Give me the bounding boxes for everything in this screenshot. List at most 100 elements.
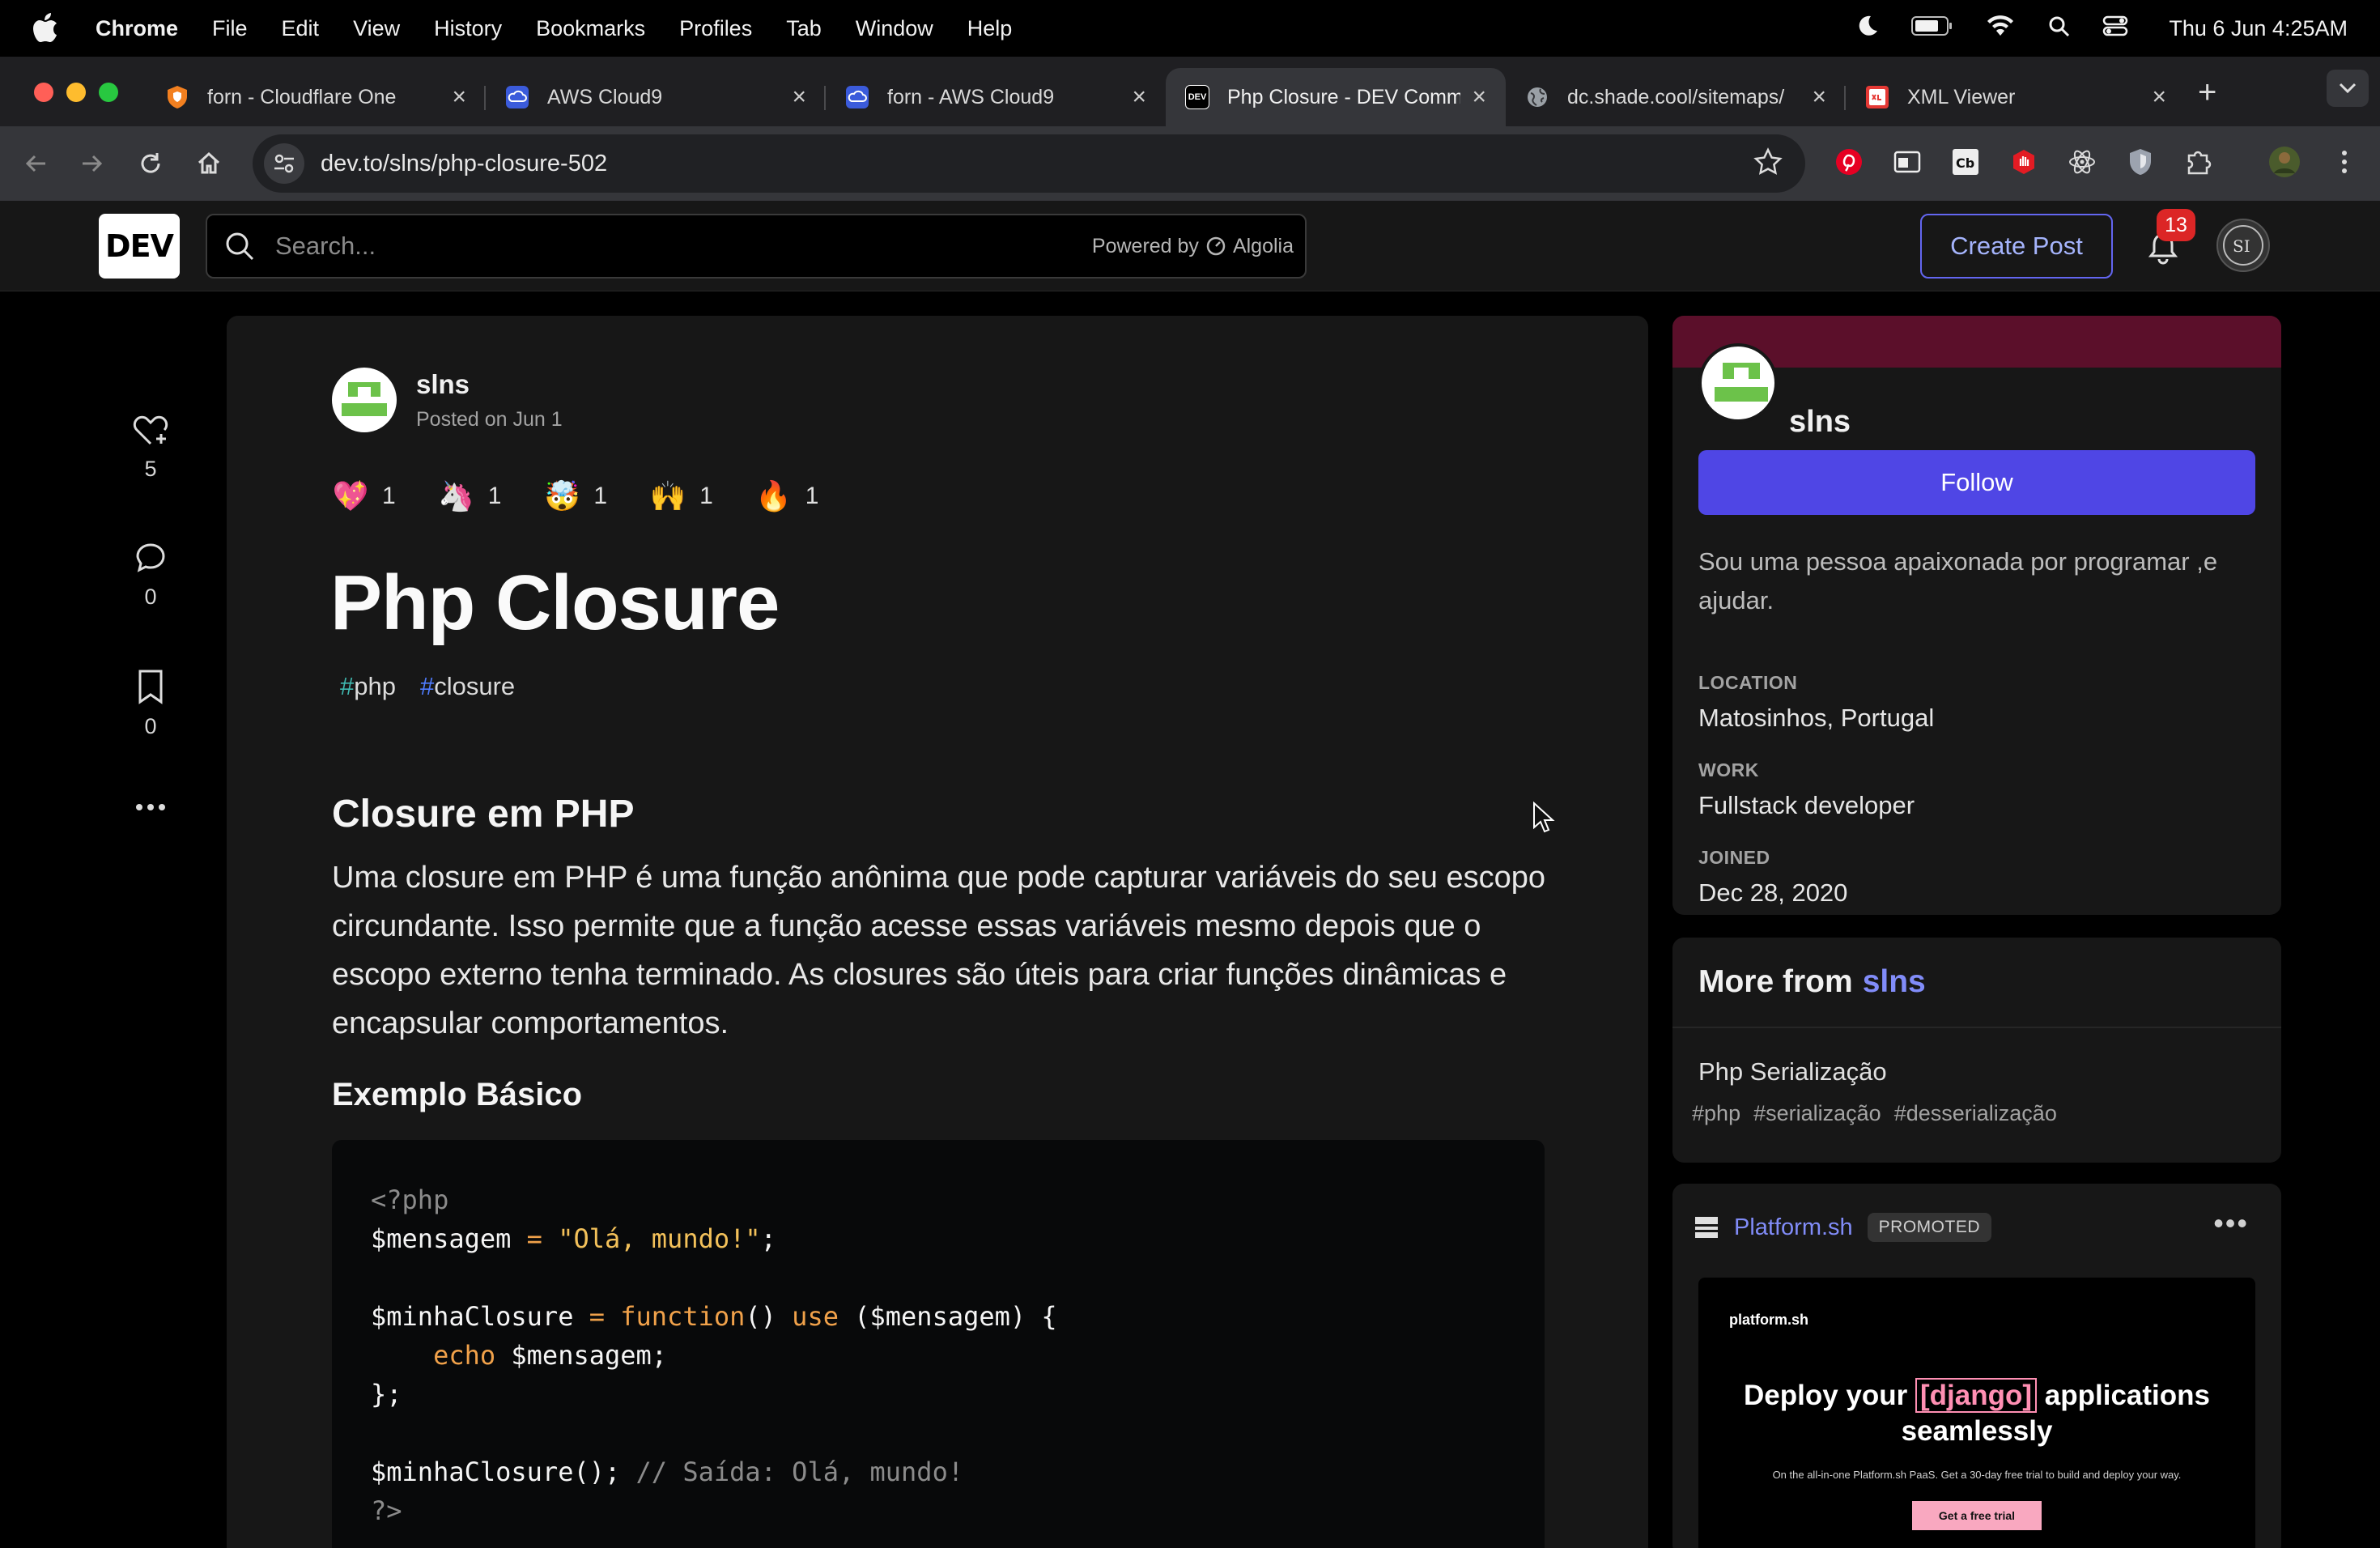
author-name[interactable]: slns — [416, 369, 563, 400]
menu-clock[interactable]: Thu 6 Jun 4:25AM — [2169, 16, 2348, 41]
close-tab-icon[interactable]: × — [792, 83, 806, 111]
follow-button[interactable]: Follow — [1698, 450, 2255, 515]
globe-icon — [1525, 85, 1549, 109]
dev-logo[interactable]: DEV — [99, 214, 180, 279]
url-text[interactable]: dev.to/slns/php-closure-502 — [321, 151, 607, 177]
cloud9-icon — [505, 85, 529, 109]
promo-banner-image[interactable]: platform.sh Deploy your [django] applica… — [1698, 1278, 2255, 1548]
create-post-button[interactable]: Create Post — [1920, 214, 2113, 279]
new-tab-button[interactable]: + — [2198, 74, 2216, 111]
extensions-puzzle-icon[interactable] — [2182, 146, 2215, 178]
search-bar[interactable]: Search... Powered by Algolia — [206, 214, 1307, 279]
bookmark-button[interactable]: 0 — [121, 669, 180, 739]
close-tab-icon[interactable]: × — [1812, 83, 1826, 111]
moon-icon[interactable] — [1856, 15, 1879, 43]
browser-tab[interactable]: XML Viewer × — [1846, 68, 2186, 126]
reaction-item[interactable]: 🙌 1 — [649, 478, 713, 515]
address-bar[interactable]: dev.to/slns/php-closure-502 — [253, 134, 1805, 193]
profile-name[interactable]: slns — [1789, 405, 1851, 440]
browser-tab-active[interactable]: DEV Php Closure - DEV Comm × — [1166, 68, 1506, 126]
tag-label: desserialização — [1906, 1101, 2057, 1125]
spotlight-search-icon[interactable] — [2047, 15, 2070, 43]
hand-stop-extension-icon[interactable] — [2008, 146, 2040, 178]
menu-profiles[interactable]: Profiles — [679, 16, 752, 41]
forward-button[interactable] — [76, 147, 108, 180]
menu-view[interactable]: View — [353, 16, 400, 41]
cb-extension-icon[interactable]: Cb — [1949, 146, 1982, 178]
promo-options-icon[interactable]: ••• — [2213, 1206, 2249, 1240]
apple-menu-icon[interactable] — [32, 12, 62, 45]
close-tab-icon[interactable]: × — [1132, 83, 1146, 111]
pinterest-extension-icon[interactable] — [1833, 146, 1865, 178]
powered-by-algolia[interactable]: Powered by Algolia — [1092, 235, 1294, 258]
menu-bookmarks[interactable]: Bookmarks — [536, 16, 645, 41]
code-token: $mensagem; — [511, 1340, 668, 1371]
reaction-item[interactable]: 💖 1 — [332, 478, 396, 515]
notifications-count-badge: 13 — [2157, 209, 2195, 241]
more-options-button[interactable] — [121, 803, 180, 811]
bookmark-star-icon[interactable] — [1753, 147, 1783, 181]
tag-closure[interactable]: #closure — [420, 672, 515, 701]
code-token: "Olá, mundo!" — [558, 1223, 761, 1254]
tab-title: Php Closure - DEV Comm — [1227, 85, 1461, 108]
like-reaction-button[interactable]: 5 — [121, 413, 180, 482]
search-input[interactable]: Search... — [275, 232, 376, 261]
close-window-button[interactable] — [34, 83, 53, 102]
banner-cta-button[interactable]: Get a free trial — [1912, 1501, 2042, 1530]
author-avatar[interactable] — [332, 368, 397, 432]
tab-title: dc.shade.cool/sitemaps/ — [1567, 85, 1785, 108]
close-tab-icon[interactable]: × — [452, 83, 466, 111]
close-tab-icon[interactable]: × — [1472, 83, 1486, 111]
tag-link[interactable]: #desserialização — [1894, 1101, 2057, 1126]
svg-text:Cb: Cb — [1956, 155, 1974, 171]
tag-link[interactable]: #serialização — [1753, 1101, 1881, 1126]
sparkle-heart-icon: 💖 — [332, 479, 369, 512]
browser-tab[interactable]: forn - AWS Cloud9 × — [826, 68, 1166, 126]
profile-avatar[interactable] — [1698, 343, 1778, 423]
reader-extension-icon[interactable] — [1891, 146, 1923, 178]
battery-icon[interactable] — [1911, 15, 1953, 42]
more-menu-icon[interactable] — [2328, 146, 2361, 178]
banner-subtext: On the all-in-one Platform.sh PaaS. Get … — [1772, 1469, 2182, 1481]
profile-avatar[interactable] — [2268, 146, 2301, 178]
cloud9-icon — [845, 85, 869, 109]
site-settings-icon[interactable] — [264, 143, 304, 184]
back-button[interactable] — [19, 147, 52, 180]
more-from-post-link[interactable]: Php Serialização — [1698, 1057, 1887, 1087]
user-avatar[interactable]: SI — [2216, 219, 2270, 272]
shield-extension-icon[interactable] — [2124, 146, 2157, 178]
tab-search-button[interactable] — [2327, 70, 2369, 107]
reaction-item[interactable]: 🔥 1 — [755, 478, 818, 515]
promo-brand-link[interactable]: Platform.sh — [1734, 1214, 1853, 1241]
menu-window[interactable]: Window — [856, 16, 933, 41]
menu-file[interactable]: File — [212, 16, 248, 41]
zoom-window-button[interactable] — [99, 83, 118, 102]
close-tab-icon[interactable]: × — [2152, 83, 2166, 111]
reactions-summary: 💖 1 🦄 1 🤯 1 🙌 1 🔥 1 — [332, 478, 819, 515]
code-token: ; — [760, 1223, 776, 1254]
more-from-author-link[interactable]: slns — [1863, 964, 1926, 1000]
reaction-item[interactable]: 🤯 1 — [543, 478, 607, 515]
react-devtools-icon[interactable] — [2066, 146, 2098, 178]
menu-help[interactable]: Help — [967, 16, 1013, 41]
browser-tab-strip: forn - Cloudflare One × AWS Cloud9 × for… — [0, 57, 2380, 126]
promo-header: Platform.sh PROMOTED — [1694, 1213, 1992, 1242]
menu-history[interactable]: History — [434, 16, 502, 41]
control-center-icon[interactable] — [2102, 15, 2128, 43]
tag-php[interactable]: #php — [340, 672, 396, 701]
reload-button[interactable] — [134, 147, 167, 180]
wifi-icon[interactable] — [1986, 15, 2015, 43]
heart-plus-icon — [133, 415, 168, 445]
reaction-count: 1 — [382, 483, 396, 509]
home-button[interactable] — [193, 147, 225, 180]
reaction-item[interactable]: 🦄 1 — [438, 478, 501, 515]
browser-tab[interactable]: forn - Cloudflare One × — [146, 68, 486, 126]
browser-tab[interactable]: AWS Cloud9 × — [486, 68, 826, 126]
browser-tab[interactable]: dc.shade.cool/sitemaps/ × — [1506, 68, 1846, 126]
menu-app-name[interactable]: Chrome — [96, 16, 178, 41]
menu-edit[interactable]: Edit — [282, 16, 320, 41]
menu-tab[interactable]: Tab — [786, 16, 822, 41]
comments-button[interactable]: 0 — [121, 541, 180, 610]
minimize-window-button[interactable] — [66, 83, 86, 102]
tag-link[interactable]: #php — [1692, 1101, 1740, 1126]
